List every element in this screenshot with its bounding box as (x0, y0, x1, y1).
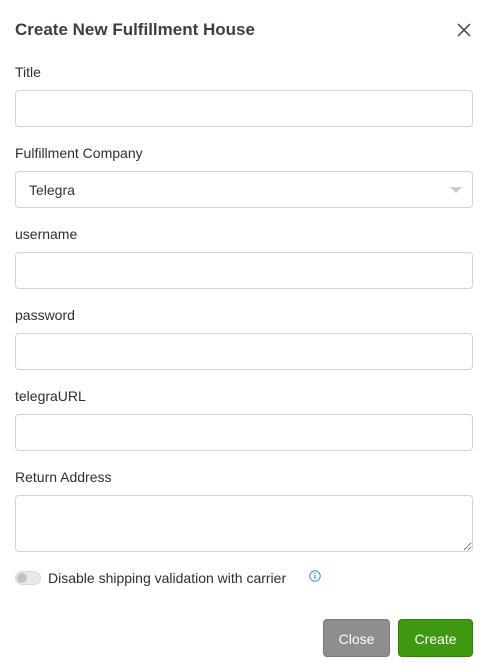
info-icon[interactable] (309, 570, 321, 582)
chevron-down-icon (450, 187, 462, 193)
fulfillment-company-value: Telegra (29, 182, 75, 198)
title-input[interactable] (15, 90, 473, 127)
dialog-header: Create New Fulfillment House (15, 18, 473, 44)
close-icon[interactable] (455, 21, 473, 39)
return-address-textarea[interactable] (15, 495, 473, 552)
shipping-validation-toggle[interactable] (15, 571, 41, 585)
username-label: username (15, 226, 78, 242)
telegra-url-label: telegraURL (15, 388, 86, 404)
password-label: password (15, 307, 75, 323)
shipping-validation-toggle-row: Disable shipping validation with carrier (15, 568, 375, 588)
create-fulfillment-house-dialog: Create New Fulfillment House Title Fulfi… (0, 0, 488, 672)
return-address-label: Return Address (15, 469, 112, 485)
telegra-url-input[interactable] (15, 414, 473, 451)
shipping-validation-label: Disable shipping validation with carrier (48, 570, 287, 586)
username-input[interactable] (15, 252, 473, 289)
toggle-knob (17, 573, 27, 583)
password-input[interactable] (15, 333, 473, 370)
title-label: Title (15, 64, 41, 80)
fulfillment-company-label: Fulfillment Company (15, 145, 143, 161)
fulfillment-company-select[interactable]: Telegra (15, 171, 473, 208)
dialog-title: Create New Fulfillment House (15, 20, 255, 39)
close-button[interactable]: Close (323, 619, 390, 657)
create-button[interactable]: Create (398, 619, 473, 657)
